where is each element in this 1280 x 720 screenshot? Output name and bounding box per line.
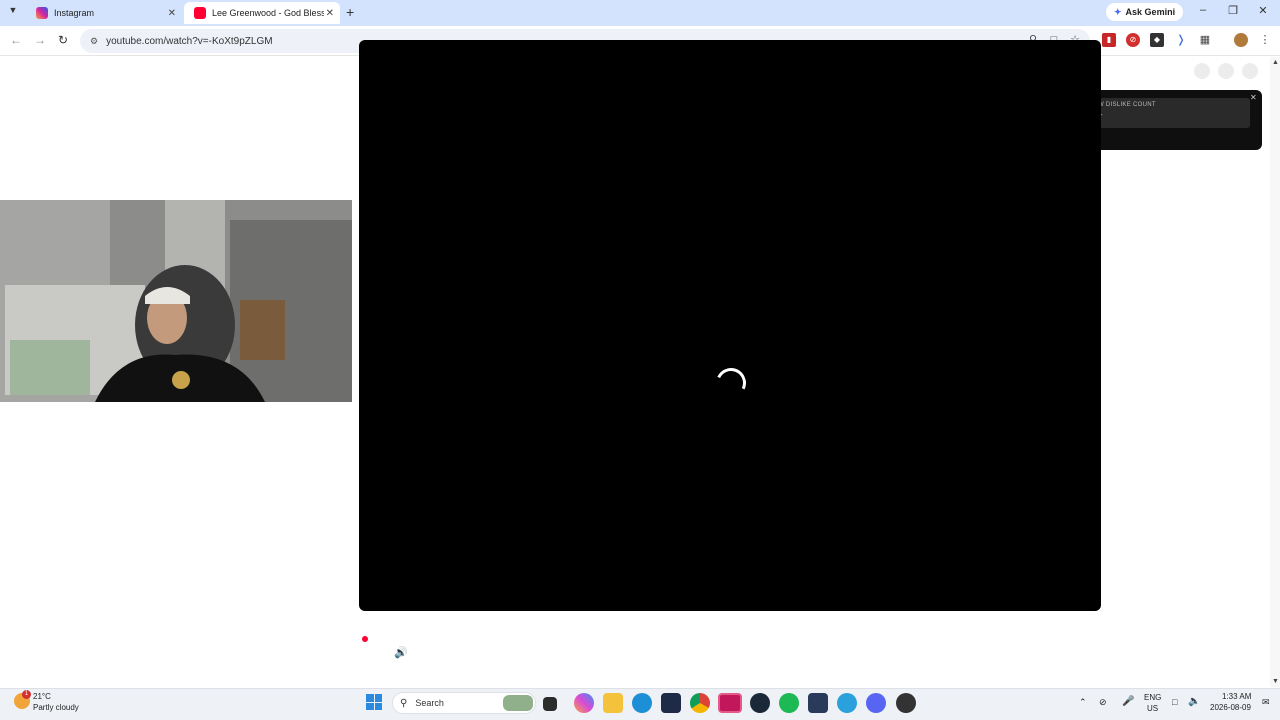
chrome-icon[interactable] — [690, 693, 710, 713]
tab-instagram[interactable]: Instagram ✕ — [26, 2, 182, 24]
page-scrollbar[interactable] — [1270, 57, 1280, 687]
tab-youtube[interactable]: Lee Greenwood - God Bless Th ✕ — [184, 2, 340, 24]
tab-title: Instagram — [54, 8, 95, 18]
weather-badge: 1 — [22, 690, 31, 699]
webcam-overlay — [0, 200, 352, 402]
dislike-count-label: W DISLIKE COUNT — [1098, 102, 1156, 108]
extensions-puzzle-icon[interactable]: ▦ — [1198, 33, 1212, 47]
header-placeholder-circle[interactable] — [1194, 63, 1210, 79]
scroll-up-icon[interactable]: ▲ — [1272, 59, 1279, 66]
youtube-icon — [194, 7, 206, 19]
ask-gemini-button[interactable]: ✦ Ask Gemini — [1106, 3, 1184, 21]
url-text: youtube.com/watch?v=-KoXt9pZLGM — [106, 35, 273, 47]
app-icon[interactable] — [661, 693, 681, 713]
notification-bell-icon[interactable]: ✉ — [1262, 697, 1270, 708]
close-icon[interactable]: ✕ — [326, 8, 334, 19]
taskbar-search-label: Search — [415, 698, 444, 708]
copilot-icon[interactable] — [574, 693, 594, 713]
windows-start-icon[interactable] — [366, 694, 382, 710]
instagram-icon — [36, 7, 48, 19]
header-placeholder-circle[interactable] — [1242, 63, 1258, 79]
close-window-button[interactable]: ✕ — [1248, 4, 1278, 17]
search-icon: ⚲ — [400, 697, 408, 709]
language-region[interactable]: US — [1147, 704, 1158, 713]
pause-icon[interactable] — [371, 649, 379, 659]
edge-icon[interactable] — [632, 693, 652, 713]
reload-icon[interactable]: ↻ — [58, 33, 68, 47]
steam-icon[interactable] — [750, 693, 770, 713]
tab-strip: ▼ Instagram ✕ Lee Greenwood - God Bless … — [0, 0, 1280, 26]
scroll-down-icon[interactable]: ▼ — [1272, 678, 1279, 685]
close-icon[interactable]: ✕ — [1250, 93, 1257, 102]
task-view-icon[interactable] — [543, 697, 557, 711]
app-icon[interactable] — [808, 693, 828, 713]
extension-signal-icon[interactable]: ❭ — [1174, 33, 1188, 47]
video-time: 0:00 / 3:10 — [423, 649, 462, 658]
microphone-icon[interactable]: 🎤 — [1122, 696, 1134, 707]
chevron-up-icon[interactable]: ⌃ — [1079, 697, 1087, 708]
video-player[interactable] — [359, 40, 1101, 611]
video-progress-bar[interactable] — [365, 638, 1095, 640]
minimize-button[interactable]: – — [1188, 4, 1218, 16]
forward-icon[interactable]: → — [34, 33, 46, 47]
weather-temp[interactable]: 21°C — [33, 692, 51, 701]
weather-desc[interactable]: Partly cloudy — [33, 703, 79, 712]
clock-time[interactable]: 1:33 AM — [1222, 692, 1251, 701]
gemini-icon: ✦ — [1114, 6, 1122, 17]
clock-date[interactable]: 2026-08-09 — [1210, 703, 1251, 712]
discord-icon[interactable] — [866, 693, 886, 713]
telegram-icon[interactable] — [837, 693, 857, 713]
progress-scrubber[interactable] — [362, 636, 368, 642]
extension-dark-icon[interactable]: ◆ — [1150, 33, 1164, 47]
header-placeholder-circle[interactable] — [1218, 63, 1234, 79]
back-icon[interactable]: ← — [10, 33, 22, 47]
display-icon[interactable]: □ — [1172, 697, 1177, 707]
file-explorer-icon[interactable] — [603, 693, 623, 713]
app-icon[interactable] — [896, 693, 916, 713]
close-icon[interactable]: ✕ — [168, 8, 176, 19]
speaker-icon[interactable]: 🔈 — [1188, 696, 1200, 707]
menu-kebab-icon[interactable]: ⋮ — [1258, 33, 1272, 47]
next-app-icon[interactable] — [718, 693, 742, 713]
profile-avatar[interactable] — [1234, 33, 1248, 47]
volume-icon[interactable]: 🔊 — [394, 646, 408, 659]
search-highlight-image — [503, 695, 533, 711]
tab-search-button[interactable]: ▼ — [6, 5, 20, 19]
network-off-icon[interactable]: ⊘ — [1099, 697, 1107, 708]
extension-block-icon[interactable]: ⊘ — [1126, 33, 1140, 47]
new-tab-button[interactable]: + — [346, 4, 354, 20]
spotify-icon[interactable] — [779, 693, 799, 713]
language-ime[interactable]: ENG — [1144, 693, 1161, 702]
restore-button[interactable]: ❐ — [1218, 4, 1248, 17]
extension-red-icon[interactable]: ▮ — [1102, 33, 1116, 47]
site-settings-icon[interactable]: ⚙ — [90, 36, 98, 47]
ask-gemini-label: Ask Gemini — [1125, 7, 1176, 17]
tab-title: Lee Greenwood - God Bless Th — [212, 8, 324, 18]
webcam-scene — [0, 200, 352, 402]
